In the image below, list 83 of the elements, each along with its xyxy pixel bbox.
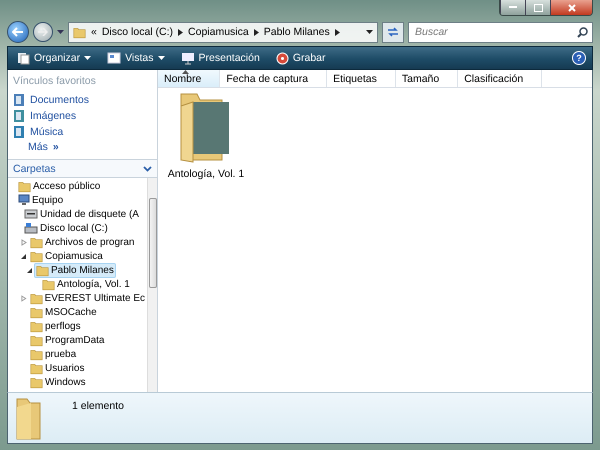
tree-item[interactable]: Pablo Milanes [34, 262, 116, 278]
folder-name: Antología, Vol. 1 [168, 168, 244, 180]
favorite-link[interactable]: Música [8, 124, 157, 140]
favorite-link[interactable]: Documentos [8, 92, 157, 108]
folders-header[interactable]: Carpetas [8, 159, 157, 178]
scrollbar[interactable] [147, 178, 157, 392]
caret-icon [57, 30, 64, 34]
folder-item[interactable]: Antología, Vol. 1 [166, 92, 246, 180]
forward-arrow-icon [38, 28, 48, 36]
tree-item[interactable]: Archivos de progran [28, 234, 136, 250]
tree-item[interactable]: prueba [28, 346, 78, 362]
hard-drive-icon [24, 222, 38, 234]
breadcrumb[interactable]: Disco local (C:) [102, 26, 174, 38]
tree-item[interactable]: Windows [28, 374, 88, 390]
forward-button[interactable] [33, 22, 53, 42]
views-icon [107, 52, 122, 64]
search-field[interactable]: Buscar [408, 22, 593, 42]
tree-item[interactable]: Usuarios [28, 360, 86, 376]
back-button[interactable] [7, 21, 29, 43]
folder-icon [30, 236, 43, 248]
refresh-arrows-icon [387, 27, 399, 37]
chevron-icon[interactable] [334, 28, 340, 36]
minimize-icon [509, 6, 517, 9]
tree-item[interactable]: Unidad de disquete (A [22, 207, 141, 221]
toolbar-button[interactable]: Presentación [178, 50, 263, 66]
caret-icon [158, 56, 165, 60]
chevron-icon[interactable] [254, 28, 259, 36]
item-count: 1 elemento [72, 400, 124, 414]
search-icon [577, 26, 588, 38]
minimize-button[interactable] [500, 0, 525, 15]
toolbar-button[interactable]: Grabar [272, 50, 328, 66]
column-header[interactable]: Nombre [158, 70, 220, 87]
folder-icon [36, 264, 49, 276]
folder-icon [30, 376, 43, 388]
computer-icon [18, 194, 30, 206]
music-icon [13, 125, 25, 139]
pictures-icon [13, 109, 25, 123]
tree-item[interactable]: EVEREST Ultimate Ec [28, 290, 147, 306]
documents-icon [13, 93, 25, 107]
tree-item[interactable]: Equipo [16, 193, 66, 207]
refresh-button[interactable] [382, 22, 404, 42]
tree-item[interactable]: ProgramData [28, 332, 106, 348]
favorite-link[interactable]: Imágenes [8, 108, 157, 124]
tree-item[interactable]: Copiamusica [28, 248, 105, 264]
expand-arrow-icon[interactable] [20, 238, 27, 246]
help-button[interactable]: ? [572, 51, 586, 65]
folder-icon [16, 398, 42, 440]
maximize-icon [534, 4, 542, 12]
tree-item[interactable]: Acceso público [16, 178, 102, 194]
chevron-icon [143, 166, 152, 172]
disc-icon [276, 52, 289, 64]
maximize-button[interactable] [525, 0, 550, 15]
tree-item[interactable]: Antología, Vol. 1 [40, 276, 132, 292]
toolbar-button[interactable]: Organizar [14, 50, 94, 66]
folder-icon [30, 348, 43, 360]
folder-icon [73, 26, 86, 38]
folder-icon [30, 292, 43, 304]
chevron-icon[interactable] [178, 28, 184, 36]
favorites-heading: Vínculos favoritos [12, 74, 97, 89]
overflow-chevrons[interactable]: « [91, 26, 97, 38]
breadcrumb[interactable]: Copiamusica [188, 26, 249, 38]
floppy-drive-icon [24, 208, 38, 220]
folder-icon [30, 250, 43, 262]
tree-item[interactable]: perflogs [28, 318, 83, 334]
breadcrumb[interactable]: Pablo Milanes [264, 26, 330, 38]
tree-item[interactable]: MSOCache [28, 304, 99, 320]
folder-icon [30, 362, 43, 374]
toolbar-button[interactable]: Vistas [104, 50, 168, 66]
folder-icon [30, 306, 43, 318]
close-icon [568, 4, 576, 12]
back-arrow-icon [12, 27, 24, 37]
folder-icon [30, 334, 43, 346]
sort-arrow-icon [182, 70, 189, 74]
tree-item[interactable]: Disco local (C:) [22, 221, 110, 235]
close-button[interactable] [550, 0, 592, 15]
folder-icon [30, 320, 43, 332]
expand-arrow-icon[interactable] [20, 294, 27, 302]
projector-screen-icon [180, 52, 195, 64]
caret-icon [84, 56, 92, 60]
address-bar[interactable]: « Disco local (C:) Copiamusica Pablo Milanes [68, 22, 378, 42]
more-link[interactable]: Más » [8, 140, 157, 156]
pages-icon [17, 52, 30, 64]
caret-icon [366, 30, 373, 34]
